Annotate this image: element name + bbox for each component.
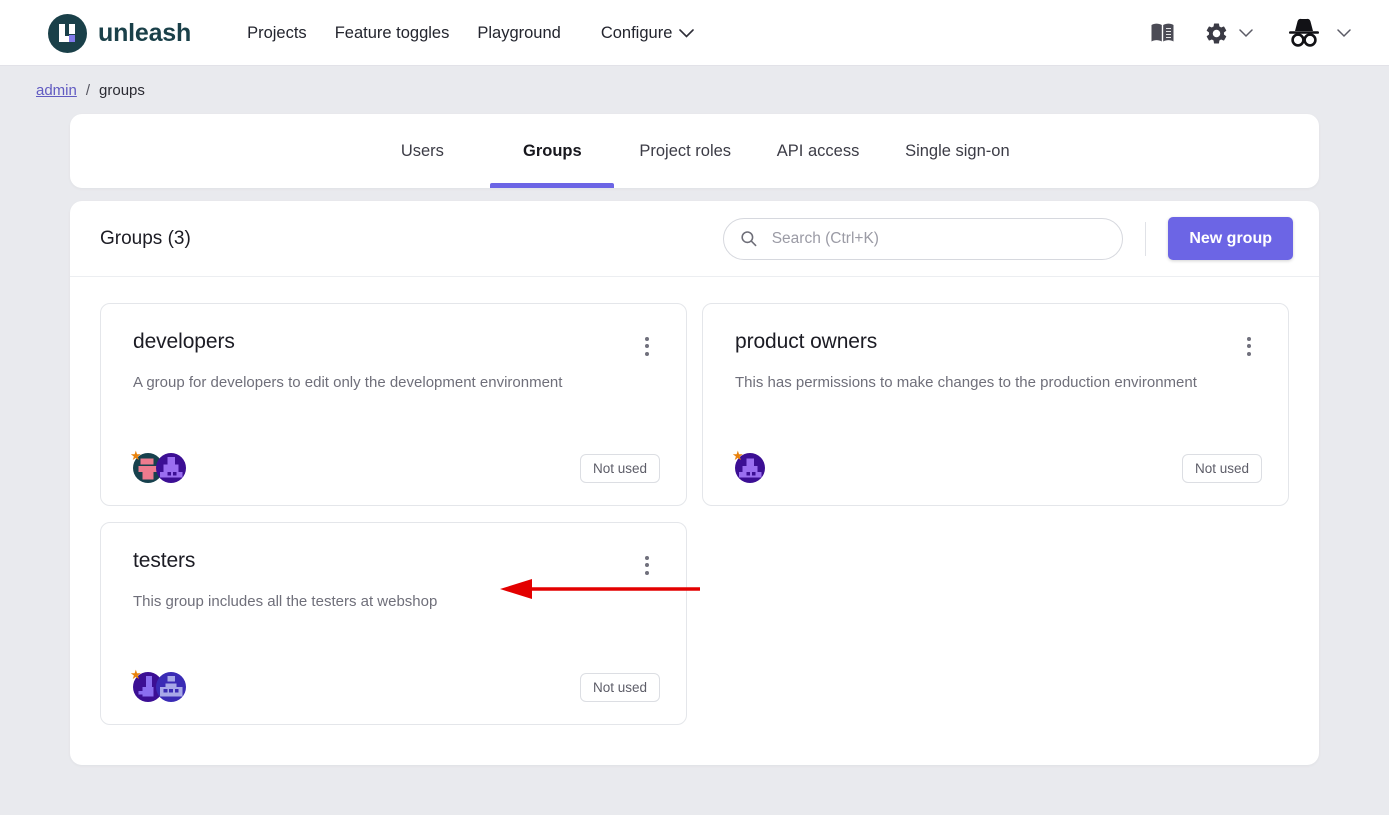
more-vertical-icon[interactable] [1236, 333, 1262, 359]
header-actions [1146, 11, 1355, 55]
unleash-logo-icon [48, 14, 87, 53]
groups-panel: Groups (3) New group developers A group … [70, 201, 1319, 765]
card-header: testers [133, 549, 660, 578]
search-box[interactable] [723, 218, 1123, 260]
tab-groups[interactable]: Groups [487, 114, 617, 188]
status-badge: Not used [1182, 454, 1262, 483]
page-title: Groups (3) [100, 228, 191, 250]
card-footer: ★ Not used [735, 453, 1262, 483]
settings-button[interactable] [1200, 17, 1257, 50]
owner-star-icon: ★ [732, 449, 744, 462]
card-header: developers [133, 330, 660, 359]
status-badge: Not used [580, 673, 660, 702]
logo-home-link[interactable]: unleash [48, 14, 191, 53]
panel-header-actions: New group [723, 217, 1293, 260]
tab-users[interactable]: Users [357, 114, 487, 188]
chevron-down-icon [1337, 29, 1351, 38]
member-avatars: ★ [133, 672, 186, 702]
tab-label: Users [401, 142, 444, 161]
breadcrumb-separator: / [86, 82, 90, 99]
card-footer: ★ [133, 672, 660, 702]
nav-item-playground[interactable]: Playground [463, 16, 574, 51]
groups-grid: developers A group for developers to edi… [70, 277, 1319, 765]
status-badge: Not used [580, 454, 660, 483]
group-description: This group includes all the testers at w… [133, 593, 660, 610]
chevron-down-icon [679, 29, 694, 38]
tab-label: Project roles [639, 142, 731, 161]
header-divider [1145, 222, 1146, 256]
group-name: developers [133, 330, 235, 354]
nav-label: Projects [247, 24, 307, 43]
avatar-image [156, 453, 186, 483]
nav-label: Playground [477, 24, 560, 43]
main-nav: Projects Feature toggles Playground Conf… [233, 16, 708, 51]
group-card-developers[interactable]: developers A group for developers to edi… [100, 303, 687, 506]
more-vertical-icon[interactable] [634, 552, 660, 578]
owner-star-icon: ★ [130, 668, 142, 681]
breadcrumb-link-admin[interactable]: admin [36, 82, 77, 99]
groups-panel-header: Groups (3) New group [70, 201, 1319, 277]
tab-api-access[interactable]: API access [753, 114, 883, 188]
chevron-down-icon [1239, 29, 1253, 38]
book-icon [1150, 22, 1176, 44]
group-card-testers[interactable]: testers This group includes all the test… [100, 522, 687, 725]
admin-tabs: Users Groups Project roles API access Si… [70, 114, 1319, 188]
nav-item-feature-toggles[interactable]: Feature toggles [321, 16, 464, 51]
brand-name: unleash [98, 19, 191, 48]
search-icon [740, 229, 757, 248]
search-input[interactable] [772, 230, 1107, 248]
member-avatars: ★ [133, 453, 186, 483]
nav-label: Feature toggles [335, 24, 450, 43]
group-description: This has permissions to make changes to … [735, 374, 1262, 391]
tab-label: Single sign-on [905, 142, 1010, 161]
avatar[interactable]: ★ [735, 453, 765, 483]
breadcrumb-current: groups [99, 82, 145, 99]
more-vertical-icon[interactable] [634, 333, 660, 359]
owner-star-icon: ★ [130, 449, 142, 462]
tab-label: API access [777, 142, 860, 161]
tab-single-sign-on[interactable]: Single sign-on [883, 114, 1032, 188]
member-avatars: ★ [735, 453, 765, 483]
user-profile-button[interactable] [1277, 11, 1355, 55]
avatar[interactable] [156, 672, 186, 702]
new-group-button[interactable]: New group [1168, 217, 1293, 260]
avatar[interactable] [156, 453, 186, 483]
tab-project-roles[interactable]: Project roles [617, 114, 753, 188]
tab-label: Groups [523, 142, 582, 161]
incognito-avatar-icon [1281, 15, 1327, 51]
breadcrumb: admin / groups [0, 66, 1389, 114]
card-footer: ★ [133, 453, 660, 483]
gear-icon [1204, 21, 1229, 46]
card-header: product owners [735, 330, 1262, 359]
documentation-button[interactable] [1146, 18, 1180, 48]
nav-label: Configure [601, 24, 673, 43]
nav-item-projects[interactable]: Projects [233, 16, 321, 51]
avatar-image [156, 672, 186, 702]
group-card-product-owners[interactable]: product owners This has permissions to m… [702, 303, 1289, 506]
group-name: testers [133, 549, 195, 573]
app-header: unleash Projects Feature toggles Playgro… [0, 0, 1389, 66]
group-description: A group for developers to edit only the … [133, 374, 660, 391]
nav-item-configure[interactable]: Configure [587, 16, 709, 51]
group-name: product owners [735, 330, 877, 354]
